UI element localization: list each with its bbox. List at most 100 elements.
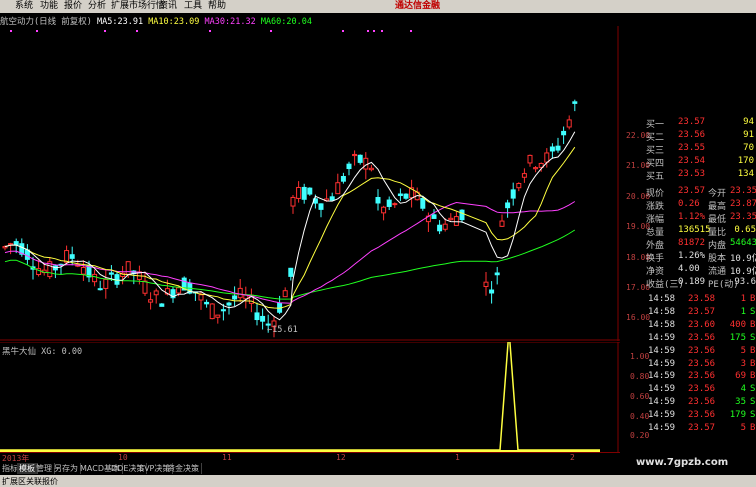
candle-body [296, 186, 302, 199]
tick-time: 14:59 [648, 358, 676, 369]
candle-body [64, 250, 70, 263]
bid-volume: 70 [743, 143, 754, 153]
tick-row: 14:58 23.57 1 S [648, 307, 755, 317]
candle-body [2, 246, 8, 249]
xg-indicator-chart[interactable] [0, 342, 620, 452]
bid-price: 23.57 [678, 117, 706, 127]
stat-value: 136515 [678, 225, 711, 235]
candle-body [103, 278, 109, 289]
bid-volume: 94 [743, 117, 754, 127]
tick-volume: 5 [740, 423, 746, 433]
stat-label: 流通 [708, 267, 727, 277]
candle-body [232, 295, 238, 300]
candle-body [215, 314, 221, 318]
candle-body [453, 216, 459, 226]
sub-chart-title: 黑牛大仙 XG: 0.00 [2, 347, 83, 357]
stat-value: 0.65 [734, 225, 756, 235]
stat-value: 4.00 [678, 264, 700, 274]
tick-price: 23.56 [688, 358, 716, 369]
tab-capital[interactable]: 资金决策 [165, 463, 202, 474]
candle-body [159, 303, 165, 307]
menu-item-system[interactable]: 系统 [15, 1, 33, 12]
tick-row: 14:59 23.56 5 B [648, 345, 755, 356]
tick-time: 14:59 [648, 345, 676, 356]
candle-body [198, 294, 204, 301]
menu-item-tools[interactable]: 工具 [184, 1, 202, 12]
candle-body [572, 101, 578, 104]
candle-body [204, 301, 210, 305]
tick-time: 14:59 [648, 384, 676, 395]
stat-row: 收益(三) 0.189 PE(动) 93.6 [646, 277, 756, 290]
candle-body [69, 254, 75, 259]
date-label: 10 [118, 453, 128, 462]
menu-item-ext-market[interactable]: 扩展市场行情 [111, 1, 165, 12]
stat-label: 净资 [646, 267, 665, 277]
candle-body [544, 152, 550, 163]
bid-label: 买五 [646, 172, 665, 182]
linked-quote-button[interactable]: 关联报价 [26, 476, 58, 487]
menu-item-analysis[interactable]: 分析 [88, 1, 106, 12]
stat-value: 23.35 [730, 186, 756, 196]
candle-body [282, 290, 288, 298]
ma10-line [4, 146, 576, 309]
menu-item-help[interactable]: 帮助 [208, 1, 226, 12]
signal-marker [10, 30, 12, 32]
bid-label: 买三 [646, 146, 665, 156]
candle-body [437, 224, 443, 232]
stat-label: 外盘 [646, 241, 665, 251]
candle-body [489, 289, 495, 294]
menu-item-quote[interactable]: 报价 [64, 1, 82, 12]
stat-value: 23.57 [678, 186, 706, 196]
candle-body [375, 197, 381, 204]
candle-body [397, 193, 403, 197]
bid-price: 23.54 [678, 156, 706, 166]
candle-body [561, 130, 567, 136]
stat-value: 0.26 [678, 199, 700, 209]
stat-row: 现价 23.57 今开 23.35 [646, 186, 756, 199]
candle-body [148, 299, 154, 303]
candle-body [340, 176, 346, 182]
date-label: 11 [222, 453, 232, 462]
low-price-annotation: ←15.61 [267, 325, 298, 335]
tick-time: 14:59 [648, 332, 676, 343]
candlestick-chart[interactable] [0, 26, 620, 341]
stat-label: 涨跌 [646, 202, 665, 212]
tick-row: 14:59 23.56 4 S [648, 384, 755, 395]
stat-value: 93.6 [734, 277, 756, 287]
signal-marker [36, 30, 38, 32]
bid-volume: 134 [737, 169, 754, 179]
tick-row: 14:59 23.56 69 B [648, 371, 755, 382]
stat-value: 81872 [678, 238, 706, 248]
signal-marker [136, 30, 138, 32]
tab-save-as[interactable]: 另存为 [52, 463, 81, 474]
tick-time: 14:59 [648, 371, 676, 382]
candle-body [352, 153, 358, 157]
stat-value: 1.26% [678, 251, 706, 261]
stat-label: 最低 [708, 215, 727, 225]
date-label: 12 [336, 453, 346, 462]
signal-marker [381, 30, 383, 32]
tick-price: 23.56 [688, 384, 716, 395]
candle-body [92, 273, 98, 283]
bid-label: 买一 [646, 120, 665, 130]
tick-price: 23.56 [688, 397, 716, 408]
candle-body [108, 272, 114, 275]
candle-body [307, 187, 313, 195]
candle-body [254, 312, 260, 321]
bid-row: 买二 23.56 91 [646, 130, 754, 143]
tick-volume: 179 [729, 410, 746, 421]
ext-area-button[interactable]: 扩展区 [2, 476, 26, 487]
candle-body [80, 266, 86, 275]
candle-body [357, 154, 363, 163]
menu-item-function[interactable]: 功能 [40, 1, 58, 12]
candle-body [288, 267, 294, 277]
bid-label: 买二 [646, 133, 665, 143]
candle-body [549, 146, 555, 152]
stat-value: 1.12% [678, 212, 706, 222]
stat-value: 10.9亿 [730, 267, 756, 277]
signal-marker [104, 30, 106, 32]
menu-item-news[interactable]: 资讯 [159, 1, 177, 12]
stat-row: 涨跌 0.26 最高 23.87 [646, 199, 756, 212]
candle-body [368, 167, 374, 171]
tick-price: 23.56 [688, 345, 716, 356]
